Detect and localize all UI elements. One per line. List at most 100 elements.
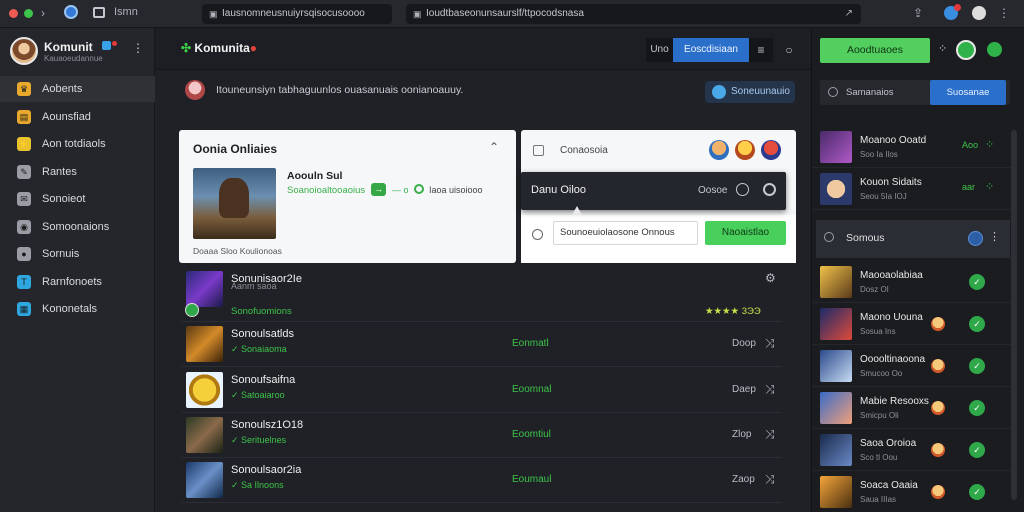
address-bar[interactable]: ▣ Ioudtbaseonunsaurslf/ttpocodsnasa ↗: [406, 4, 861, 24]
window-icon: ▦: [17, 302, 31, 316]
item-thumbnail: [820, 434, 852, 466]
back-icon[interactable]: ›: [41, 6, 45, 20]
sidebar-item[interactable]: ✉ Sonoieot: [0, 186, 155, 212]
table-row[interactable]: Sonoulsaor2ia ✓ Sa Ilnoons Eoumaul Zaop ⤨: [182, 458, 782, 503]
more-icon[interactable]: ⋮: [989, 230, 1000, 243]
scrollbar[interactable]: [1011, 130, 1017, 500]
game-thumbnail[interactable]: [186, 372, 223, 408]
sidebar-item-label: Rantes: [42, 165, 77, 178]
expand-icon[interactable]: ⁘: [985, 138, 994, 151]
item-title: Ooooltinaoona: [860, 354, 926, 365]
shuffle-icon[interactable]: ⤨: [765, 427, 775, 442]
brand-logo[interactable]: ✣ Komunita●: [181, 41, 257, 55]
check-icon[interactable]: ✓: [969, 358, 985, 374]
profile-name: Komunit: [44, 40, 93, 54]
check-icon[interactable]: ✓: [969, 442, 985, 458]
profile-icon[interactable]: [972, 6, 986, 20]
check-icon: ✓: [231, 480, 242, 490]
sidebar-item[interactable]: ⚡ Aon totdiaols: [0, 131, 155, 157]
view-toggle-active[interactable]: Eoscdisiaan: [673, 38, 749, 62]
list-item[interactable]: Saoa Oroioa Sco tl Oou ✓: [812, 429, 1012, 471]
game-thumbnail[interactable]: [186, 271, 223, 307]
row-status: Eoumaul: [512, 474, 552, 485]
game-thumbnail[interactable]: [186, 326, 223, 362]
sidebar-item[interactable]: ● Sornuis: [0, 241, 155, 267]
emoji-icon: [931, 401, 945, 415]
sidebar-item[interactable]: ◉ Somoonaions: [0, 214, 155, 240]
settings-icon[interactable]: ⚙: [765, 271, 776, 285]
friend-avatar[interactable]: [735, 140, 755, 160]
list-item[interactable]: Soaca Oaaia Saua IIIas ✓: [812, 471, 1012, 512]
sidebar-item[interactable]: T Rarnfonoets: [0, 269, 155, 295]
settings-icon[interactable]: [763, 183, 776, 196]
row-time: Zaop: [732, 474, 755, 485]
search-bar[interactable]: Samanaios Suosanae: [820, 80, 1010, 105]
sidebar-item[interactable]: ♛ Aobents: [0, 76, 155, 102]
share-icon[interactable]: ↗: [845, 4, 853, 24]
arrow-right-icon[interactable]: →: [371, 183, 386, 196]
list-item[interactable]: Ooooltinaoona Smucoo Oo ✓: [812, 345, 1012, 387]
expand-icon[interactable]: ⁘: [938, 42, 947, 55]
close-window-icon[interactable]: [9, 9, 18, 18]
profile-subtitle: Kauaoeudannue: [44, 54, 103, 63]
avatar[interactable]: [10, 37, 38, 65]
main-header: ✣ Komunita● Uno Eoscdisiaan ≡ ○: [155, 28, 811, 70]
list-item[interactable]: Maono Uouna Sosua Ins ✓: [812, 303, 1012, 345]
sidebar-item[interactable]: ✎ Rantes: [0, 159, 155, 185]
invite-input[interactable]: Sounoeuiolaosone Onnous: [553, 221, 698, 245]
friend-avatar[interactable]: [709, 140, 729, 160]
lock-icon: ▣: [413, 9, 422, 19]
friend-avatar[interactable]: [761, 140, 781, 160]
profile-card[interactable]: Komunit Kauaoeudannue ⋮: [10, 37, 150, 67]
tab-icon[interactable]: [93, 7, 105, 18]
view-toggle-small[interactable]: Uno: [646, 38, 673, 62]
game-thumbnail[interactable]: [186, 462, 223, 498]
invite-button[interactable]: Naoaistlao: [705, 221, 786, 245]
shuffle-icon[interactable]: ⤨: [765, 382, 775, 397]
extension-icon[interactable]: ⇪: [913, 6, 923, 20]
list-item[interactable]: Maooaolabiaa Dosz OI ✓: [812, 261, 1012, 303]
check-icon[interactable]: ✓: [969, 274, 985, 290]
list-item[interactable]: Moanoo Ooatd Soo Ia Ilos Aoo ⁘: [812, 126, 1012, 168]
banner-action-button[interactable]: Soneuunauio: [705, 81, 795, 103]
chevron-up-icon[interactable]: ⌃: [489, 140, 499, 154]
info-icon[interactable]: [968, 231, 983, 246]
game-cover-image[interactable]: [193, 168, 276, 239]
table-row[interactable]: Sonoufsaifna ✓ Satoaiaroo Eoomnal Daep ⤨: [182, 368, 782, 413]
list-item[interactable]: Mabie Resooxs Smicpu Oli ✓: [812, 387, 1012, 429]
search-button[interactable]: Suosanae: [930, 80, 1006, 105]
globe-icon: [712, 85, 726, 99]
sidebar-item-label: Aon totdiaols: [42, 138, 106, 150]
game-tag: Iaoa uisoiooo: [429, 185, 483, 195]
check-icon[interactable]: ✓: [969, 400, 985, 416]
address-bar-left[interactable]: ▣ Iausnomneusnuiyrsqisocusoooo: [202, 4, 392, 24]
status-icon[interactable]: ○: [781, 38, 797, 62]
checkbox-icon[interactable]: [533, 145, 544, 156]
check-icon[interactable]: ✓: [969, 484, 985, 500]
cta-button[interactable]: Aoodtuaoes: [820, 38, 930, 63]
game-popup: Danu Oiloo Oosoe: [521, 172, 786, 210]
table-row[interactable]: Sonunisaor2Ie Aanm saoa Sonofuomions ★★★★ 3…: [182, 267, 782, 322]
check-icon[interactable]: ✓: [969, 316, 985, 332]
item-thumbnail: [820, 266, 852, 298]
list-view-icon[interactable]: ≡: [749, 38, 773, 62]
emoji-icon: [931, 317, 945, 331]
table-row[interactable]: Sonoulsz1O18 ✓ Serituelnes Eoomtiul Zlop ⤨: [182, 413, 782, 458]
shuffle-icon[interactable]: ⤨: [765, 472, 775, 487]
menu-icon[interactable]: ⋮: [998, 6, 1010, 20]
row-subtitle-text: Sa Ilnoons: [241, 480, 284, 490]
check-icon[interactable]: [987, 42, 1002, 57]
list-item[interactable]: Kouon Sidaits Seou 5Ia IOJ aar ⁘: [812, 168, 1012, 210]
game-separator: — o: [392, 185, 409, 195]
sidebar-item[interactable]: ▤ Aounsfiad: [0, 104, 155, 130]
table-row[interactable]: Sonoulsatlds ✓ Sonaiaoma Eonmatl Doop ⤨: [182, 322, 782, 367]
sidebar-item[interactable]: ▦ Kononetals: [0, 296, 155, 322]
tab-title[interactable]: Ismn: [114, 6, 138, 18]
grid-icon[interactable]: ⁘: [985, 180, 994, 193]
maximize-window-icon[interactable]: [24, 9, 33, 18]
profile-menu-icon[interactable]: ⋮: [132, 41, 144, 55]
time-icon[interactable]: [736, 183, 749, 196]
online-status-icon[interactable]: [956, 40, 976, 60]
shuffle-icon[interactable]: ⤨: [765, 336, 775, 351]
game-thumbnail[interactable]: [186, 417, 223, 453]
